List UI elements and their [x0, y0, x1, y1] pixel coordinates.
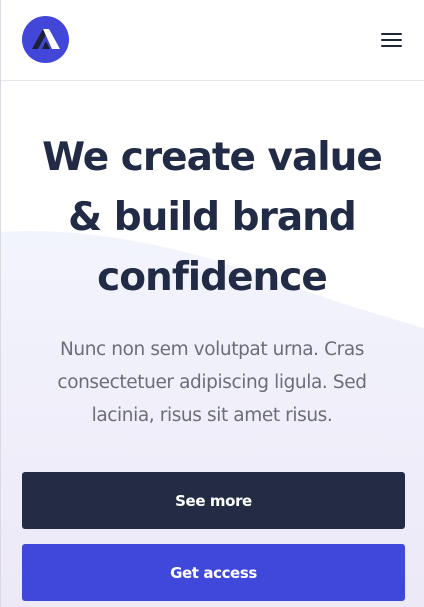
- hamburger-menu-icon[interactable]: [378, 28, 406, 52]
- see-more-button[interactable]: See more: [22, 472, 405, 529]
- hero-title-line: & build brand: [68, 195, 357, 240]
- header-divider: [0, 80, 424, 81]
- hero-title: We create value & build brand confidence: [0, 128, 424, 308]
- hero-title-line: We create value: [42, 135, 383, 180]
- triangle-logo-icon: [32, 29, 60, 49]
- hero-description: Nunc non sem volutpat urna. Cras consect…: [30, 333, 394, 432]
- hero-description-line: lacinia, risus sit amet risus.: [91, 405, 333, 426]
- hero-title-line: confidence: [97, 255, 328, 300]
- logo[interactable]: [22, 16, 69, 63]
- hero-description-line: consectetuer adipiscing ligula. Sed: [57, 372, 367, 393]
- hero-description-line: Nunc non sem volutpat urna. Cras: [59, 339, 365, 360]
- get-access-button[interactable]: Get access: [22, 544, 405, 601]
